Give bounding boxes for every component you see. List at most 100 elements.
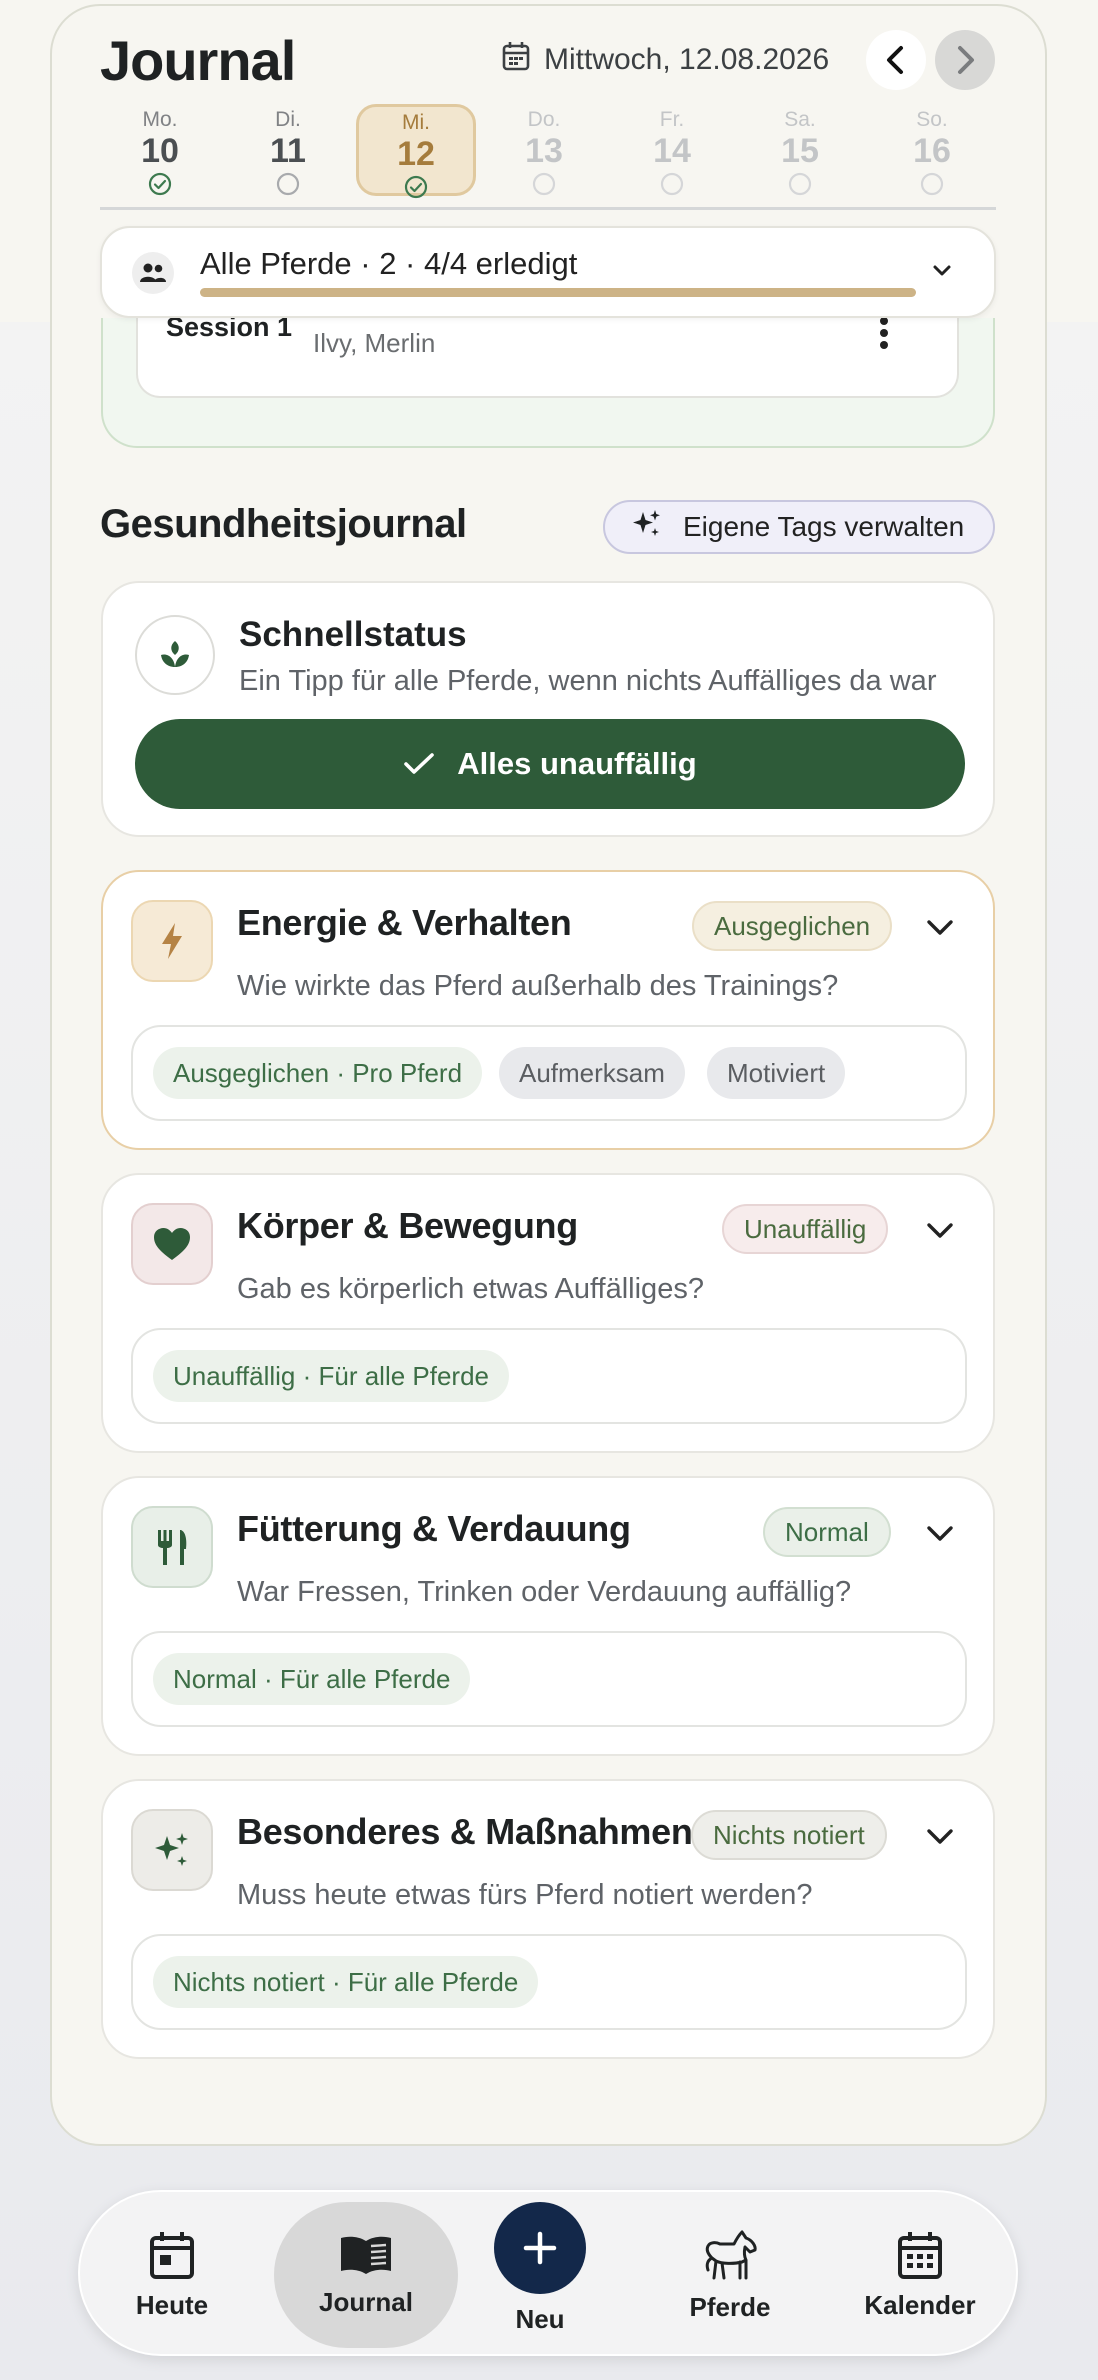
day-fr[interactable]: Fr. 14	[612, 104, 732, 196]
category-title: Körper & Bewegung	[237, 1205, 578, 1246]
manage-tags-label: Eigene Tags verwalten	[683, 511, 965, 542]
sprout-icon	[135, 615, 215, 695]
chevron-down-icon[interactable]	[923, 1821, 957, 1856]
next-day-button[interactable]	[935, 30, 995, 90]
tag-list: Ausgeglichen · Pro Pferd Aufmerksam Moti…	[131, 1025, 967, 1121]
nav-calendar[interactable]: Kalender	[850, 2198, 990, 2352]
day-do[interactable]: Do. 13	[484, 104, 604, 196]
chevron-down-icon[interactable]	[923, 1215, 957, 1250]
quick-status-subtitle: Ein Tipp für alle Pferde, wenn nichts Au…	[239, 665, 937, 697]
tag-chip[interactable]: Ausgeglichen · Pro Pferd	[153, 1047, 483, 1099]
tag-chip[interactable]: Unauffällig · Für alle Pferde	[153, 1350, 510, 1402]
day-number: 10	[141, 132, 179, 170]
day-number: 16	[913, 132, 951, 170]
category-title: Fütterung & Verdauung	[237, 1508, 631, 1549]
nav-horses-label: Pferde	[689, 2291, 771, 2322]
day-mi-selected[interactable]: Mi. 12	[356, 104, 476, 199]
nav-horses[interactable]: Pferde	[660, 2198, 800, 2352]
check-circle-icon	[148, 172, 172, 196]
nav-calendar-label: Kalender	[864, 2289, 976, 2320]
day-name: Fr.	[659, 108, 685, 131]
nav-today[interactable]: Heute	[102, 2198, 242, 2352]
quick-status-title: Schnellstatus	[239, 615, 467, 654]
category-question: Gab es körperlich etwas Auffälliges?	[237, 1273, 704, 1305]
tag-chip[interactable]: Motiviert	[707, 1047, 846, 1099]
horse-selector[interactable]: Alle Pferde · 2 · 4/4 erledigt	[100, 226, 996, 318]
category-question: Muss heute etwas fürs Pferd notiert werd…	[237, 1879, 813, 1911]
day-number: 15	[781, 132, 819, 170]
day-di[interactable]: Di. 11	[228, 104, 348, 196]
day-number: 14	[653, 132, 691, 170]
day-name: So.	[916, 108, 948, 131]
horse-selector-label: Alle Pferde · 2 · 4/4 erledigt	[200, 246, 578, 281]
check-circle-icon	[404, 175, 428, 199]
nav-new-label: Neu	[515, 2303, 565, 2334]
quick-status-card: Schnellstatus Ein Tipp für alle Pferde, …	[101, 581, 995, 837]
date-display[interactable]: Mittwoch, 12.08.2026	[502, 40, 829, 80]
status-badge: Unauffällig	[722, 1204, 889, 1254]
sparkles-icon	[631, 508, 663, 547]
open-book-icon	[341, 2236, 391, 2274]
category-title: Besonderes & Maßnahmen	[237, 1811, 693, 1852]
empty-circle-icon	[276, 172, 300, 196]
status-badge: Ausgeglichen	[692, 901, 893, 951]
calendar-icon	[502, 41, 530, 79]
day-sa[interactable]: Sa. 15	[740, 104, 860, 196]
tag-list: Unauffällig · Für alle Pferde	[131, 1328, 967, 1424]
horse-icon	[705, 2230, 757, 2279]
day-name: Mo.	[142, 108, 178, 131]
day-name: Sa.	[784, 108, 816, 131]
day-number: 13	[525, 132, 563, 170]
tag-chip[interactable]: Aufmerksam	[499, 1047, 685, 1099]
day-so[interactable]: So. 16	[872, 104, 992, 196]
progress-bar	[200, 288, 916, 297]
day-mo[interactable]: Mo. 10	[100, 104, 220, 196]
chevron-down-icon[interactable]	[923, 912, 957, 947]
calendar-day-icon	[150, 2231, 194, 2279]
category-card-fuetterung: Fütterung & Verdauung Normal War Fressen…	[101, 1476, 995, 1756]
category-question: Wie wirkte das Pferd außerhalb des Train…	[237, 970, 839, 1002]
category-card-energie: Energie & Verhalten Ausgeglichen Wie wir…	[101, 870, 995, 1150]
category-card-koerper: Körper & Bewegung Unauffällig Gab es kör…	[101, 1173, 995, 1453]
day-name: Di.	[275, 108, 301, 131]
category-question: War Fressen, Trinken oder Verdauung auff…	[237, 1576, 852, 1608]
nav-journal-label: Journal	[319, 2286, 413, 2317]
previous-day-button[interactable]	[866, 30, 926, 90]
tag-chip[interactable]: Normal · Für alle Pferde	[153, 1653, 471, 1705]
chevron-down-icon	[928, 256, 956, 289]
bottom-navigation: Heute Journal Neu Pferde Kalender	[78, 2190, 1018, 2356]
manage-tags-button[interactable]: Eigene Tags verwalten	[603, 500, 995, 554]
more-icon[interactable]	[878, 318, 890, 355]
plus-icon	[494, 2201, 586, 2294]
lightning-icon	[131, 900, 213, 982]
heart-icon	[131, 1203, 213, 1285]
day-name: Do.	[527, 108, 561, 131]
tag-list: Normal · Für alle Pferde	[131, 1631, 967, 1727]
day-number: 12	[397, 135, 435, 173]
status-badge: Nichts notiert	[691, 1810, 887, 1860]
check-icon	[404, 753, 435, 774]
nav-journal[interactable]: Journal	[286, 2198, 446, 2352]
fork-knife-icon	[131, 1506, 213, 1588]
empty-circle-icon	[532, 172, 556, 196]
empty-circle-icon	[660, 172, 684, 196]
current-date: Mittwoch, 12.08.2026	[544, 43, 830, 76]
all-normal-label: Alles unauffällig	[457, 746, 697, 781]
all-normal-button[interactable]: Alles unauffällig	[135, 719, 965, 809]
session-card[interactable]: Session 1 Ilvy, Merlin	[136, 318, 959, 398]
chevron-right-icon	[958, 46, 974, 74]
category-card-besonderes: Besonderes & Maßnahmen Nichts notiert Mu…	[101, 1779, 995, 2059]
session-label: Session 1	[166, 318, 293, 342]
calendar-icon	[898, 2231, 942, 2279]
week-strip: Mo. 10 Di. 11 Mi. 12 Do. 13 Fr. 14 Sa. 1…	[100, 104, 996, 200]
sparkles-icon	[131, 1809, 213, 1891]
nav-new[interactable]: Neu	[470, 2198, 610, 2352]
status-badge: Normal	[763, 1507, 891, 1557]
chevron-down-icon[interactable]	[923, 1518, 957, 1553]
nav-today-label: Heute	[135, 2289, 209, 2320]
category-title: Energie & Verhalten	[237, 902, 572, 943]
tag-chip[interactable]: Nichts notiert · Für alle Pferde	[153, 1956, 539, 2008]
chevron-left-icon	[887, 46, 903, 74]
session-horses: Ilvy, Merlin	[313, 328, 436, 358]
group-icon	[132, 252, 174, 294]
